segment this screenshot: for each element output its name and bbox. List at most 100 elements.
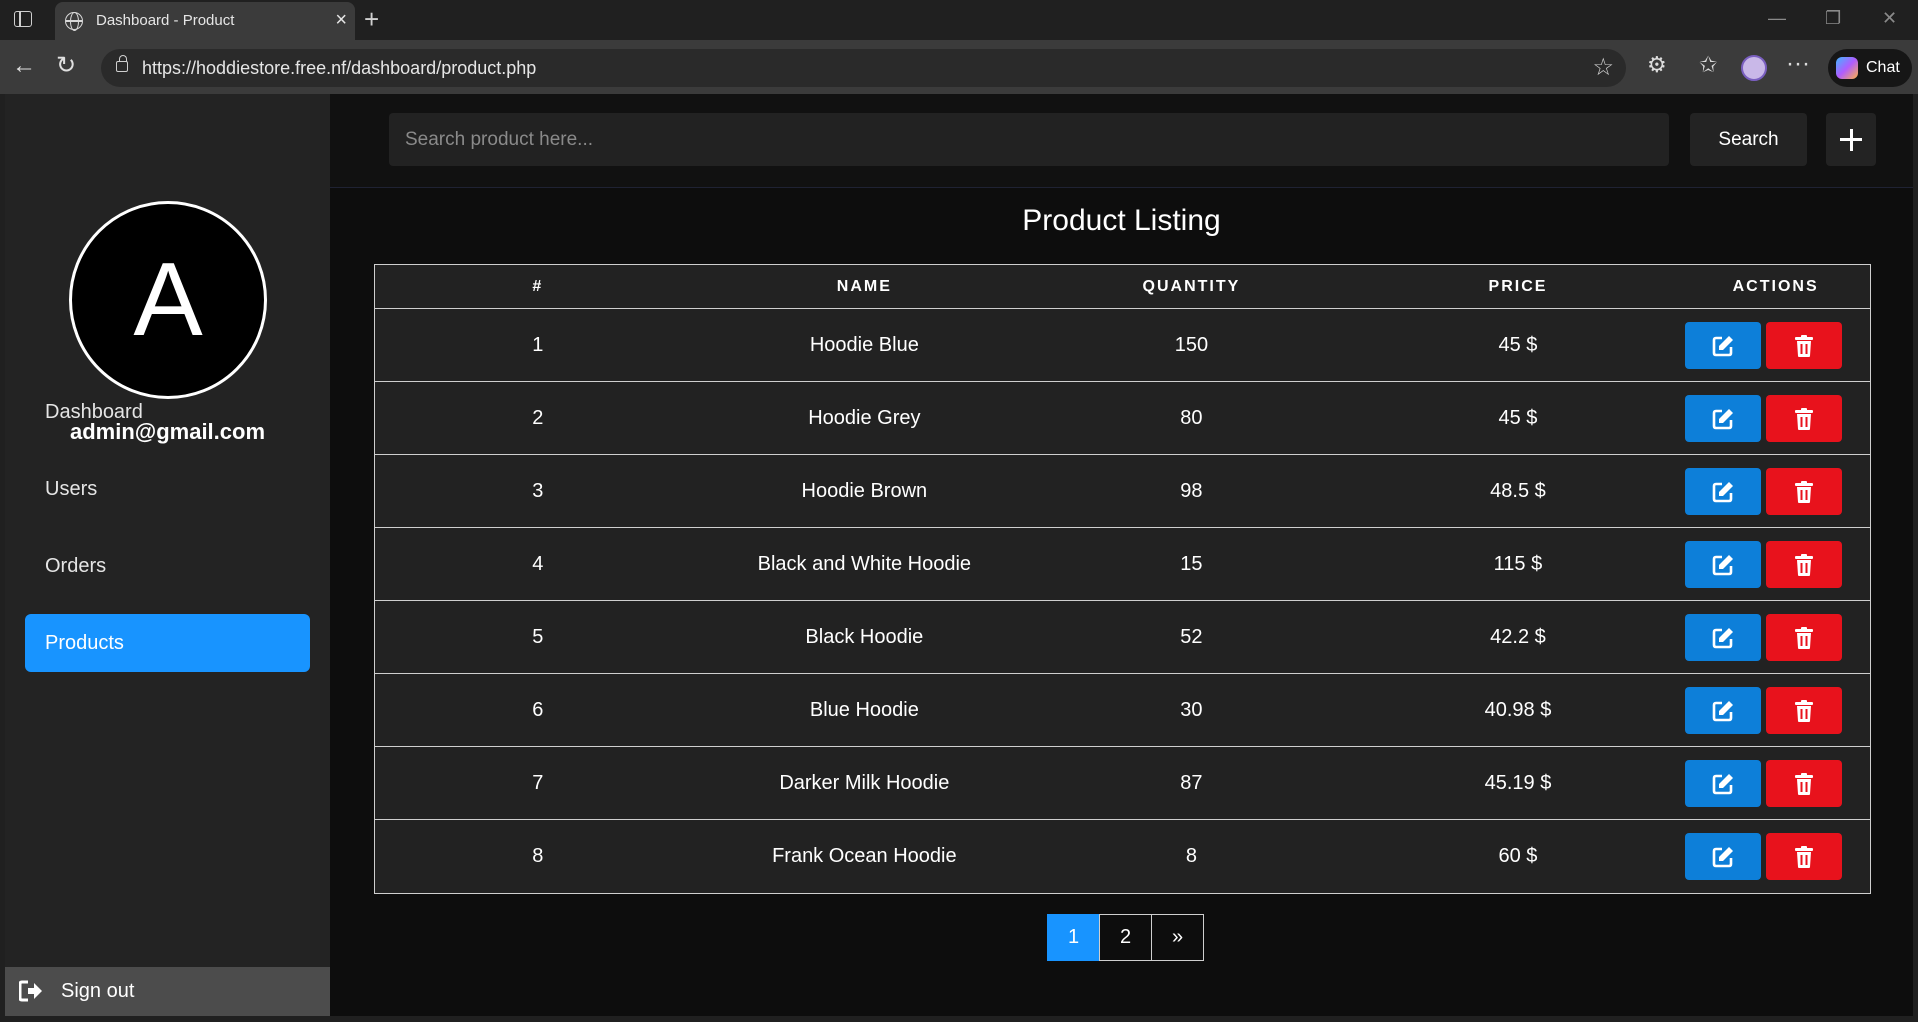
delete-button[interactable] xyxy=(1766,394,1843,442)
cell-price: 115 $ xyxy=(1493,552,1543,575)
copilot-chat-button[interactable]: Chat xyxy=(1828,49,1912,87)
edit-button[interactable] xyxy=(1685,759,1762,807)
favorite-star-icon[interactable]: ☆ xyxy=(1592,53,1614,82)
more-options-icon[interactable]: ··· xyxy=(1786,50,1810,78)
profile-avatar[interactable] xyxy=(1741,55,1767,81)
edit-icon xyxy=(1712,700,1734,721)
cell-id: 5 xyxy=(532,625,544,648)
product-table: # NAME QUANTITY PRICE ACTIONS 1 Hoodie Bl… xyxy=(374,264,1871,894)
site-info-icon[interactable] xyxy=(116,55,128,72)
delete-button[interactable] xyxy=(1766,759,1843,807)
next-page-button[interactable]: » xyxy=(1151,914,1204,961)
restore-icon[interactable]: ❐ xyxy=(1825,8,1841,29)
globe-icon xyxy=(65,12,83,31)
edit-icon xyxy=(1712,408,1734,429)
edit-button[interactable] xyxy=(1685,613,1762,661)
edit-button[interactable] xyxy=(1685,686,1762,734)
delete-button[interactable] xyxy=(1766,833,1843,880)
signout-button[interactable]: Sign out xyxy=(5,967,330,1016)
cell-name: Blue Hoodie xyxy=(809,698,919,721)
cell-price: 45 $ xyxy=(1498,406,1538,429)
cell-actions xyxy=(1681,686,1870,734)
cell-price: 45.19 $ xyxy=(1484,771,1552,794)
cell-id: 8 xyxy=(532,845,544,867)
cell-quantity: 52 xyxy=(1180,625,1203,648)
edit-icon xyxy=(1712,481,1734,502)
cell-name: Hoodie Brown xyxy=(801,479,928,502)
sidebar-item-dashboard[interactable]: Dashboard xyxy=(25,383,310,441)
table-row: 6 Blue Hoodie 30 40.98 $ xyxy=(375,674,1870,747)
cell-price: 40.98 $ xyxy=(1484,698,1552,721)
cell-name: Hoodie Blue xyxy=(809,333,919,356)
trash-icon xyxy=(1795,407,1814,430)
table-row: 8 Frank Ocean Hoodie 8 60 $ xyxy=(375,820,1870,893)
sidebar-item-users[interactable]: Users xyxy=(25,460,310,518)
pagination: 1 2» xyxy=(1047,914,1204,961)
header-id: # xyxy=(532,277,544,295)
sign-out-icon xyxy=(19,980,42,1002)
extensions-icon[interactable]: ⚙ xyxy=(1647,52,1667,78)
edit-icon xyxy=(1712,554,1734,575)
delete-button[interactable] xyxy=(1766,613,1843,661)
app-viewport: A admin@gmail.com Dashboard Users Orders… xyxy=(5,94,1913,1016)
reload-icon[interactable]: ↻ xyxy=(56,51,76,81)
url-field[interactable]: https://hoddiestore.free.nf/dashboard/pr… xyxy=(101,49,1626,87)
new-tab-icon[interactable]: + xyxy=(364,4,379,34)
back-icon[interactable]: ← xyxy=(12,51,36,81)
trash-icon xyxy=(1795,772,1814,795)
edit-button[interactable] xyxy=(1685,540,1762,588)
table-row: 3 Hoodie Brown 98 48.5 $ xyxy=(375,455,1870,528)
cell-quantity: 150 xyxy=(1174,333,1209,356)
avatar-letter: A xyxy=(133,242,203,358)
delete-button[interactable] xyxy=(1766,540,1843,588)
edit-icon xyxy=(1712,627,1734,648)
table-body: 1 Hoodie Blue 150 45 $ 2 Hoodie Grey 80 45 $ 3 Ho… xyxy=(375,309,1870,893)
header-price: PRICE xyxy=(1488,277,1548,295)
sidebar-item-orders[interactable]: Orders xyxy=(25,537,310,595)
search-button[interactable]: Search xyxy=(1690,113,1807,166)
edit-button[interactable] xyxy=(1685,467,1762,515)
header-actions: ACTIONS xyxy=(1732,277,1819,295)
close-tab-icon[interactable]: × xyxy=(335,8,347,32)
delete-button[interactable] xyxy=(1766,467,1843,515)
header-quantity: QUANTITY xyxy=(1142,277,1241,295)
sidebar: A admin@gmail.com Dashboard Users Orders… xyxy=(5,94,330,1016)
tab-title: Dashboard - Product xyxy=(96,12,235,29)
trash-icon xyxy=(1795,334,1814,357)
table-header: # NAME QUANTITY PRICE ACTIONS xyxy=(375,265,1870,309)
cell-actions xyxy=(1681,394,1870,442)
cell-id: 4 xyxy=(532,552,544,575)
edit-icon xyxy=(1712,847,1734,868)
add-product-button[interactable] xyxy=(1826,113,1876,166)
cell-actions xyxy=(1681,321,1870,369)
cell-name: Frank Ocean Hoodie xyxy=(772,845,957,867)
page-title: Product Listing xyxy=(1022,204,1221,237)
minimize-icon[interactable]: — xyxy=(1768,8,1786,29)
cell-name: Black Hoodie xyxy=(805,625,924,648)
favorites-icon[interactable]: ✩ xyxy=(1699,52,1717,78)
delete-button[interactable] xyxy=(1766,321,1843,369)
browser-tab-bar: Dashboard - Product × + — ❐ ✕ xyxy=(0,0,1918,40)
delete-button[interactable] xyxy=(1766,686,1843,734)
cell-id: 7 xyxy=(532,771,544,794)
cell-actions xyxy=(1681,540,1870,588)
page-button-1[interactable]: 1 xyxy=(1047,914,1100,961)
trash-icon xyxy=(1795,553,1814,576)
close-window-icon[interactable]: ✕ xyxy=(1882,8,1897,29)
cell-price: 42.2 $ xyxy=(1490,625,1546,648)
header-name: NAME xyxy=(836,277,892,295)
edit-button[interactable] xyxy=(1685,321,1762,369)
edit-button[interactable] xyxy=(1685,394,1762,442)
browser-tab[interactable]: Dashboard - Product × xyxy=(55,2,355,40)
cell-id: 6 xyxy=(532,698,544,721)
top-bar: Search xyxy=(330,94,1913,188)
sidebar-item-products[interactable]: Products xyxy=(25,614,310,672)
cell-price: 45 $ xyxy=(1498,333,1538,356)
page-button-2[interactable]: 2 xyxy=(1099,914,1152,961)
table-row: 7 Darker Milk Hoodie 87 45.19 $ xyxy=(375,747,1870,820)
edit-button[interactable] xyxy=(1685,833,1762,880)
table-row: 5 Black Hoodie 52 42.2 $ xyxy=(375,601,1870,674)
search-input[interactable] xyxy=(389,113,1669,166)
browser-address-bar: ← ↻ https://hoddiestore.free.nf/dashboar… xyxy=(0,40,1918,94)
sidebar-toggle-icon[interactable] xyxy=(14,11,32,27)
